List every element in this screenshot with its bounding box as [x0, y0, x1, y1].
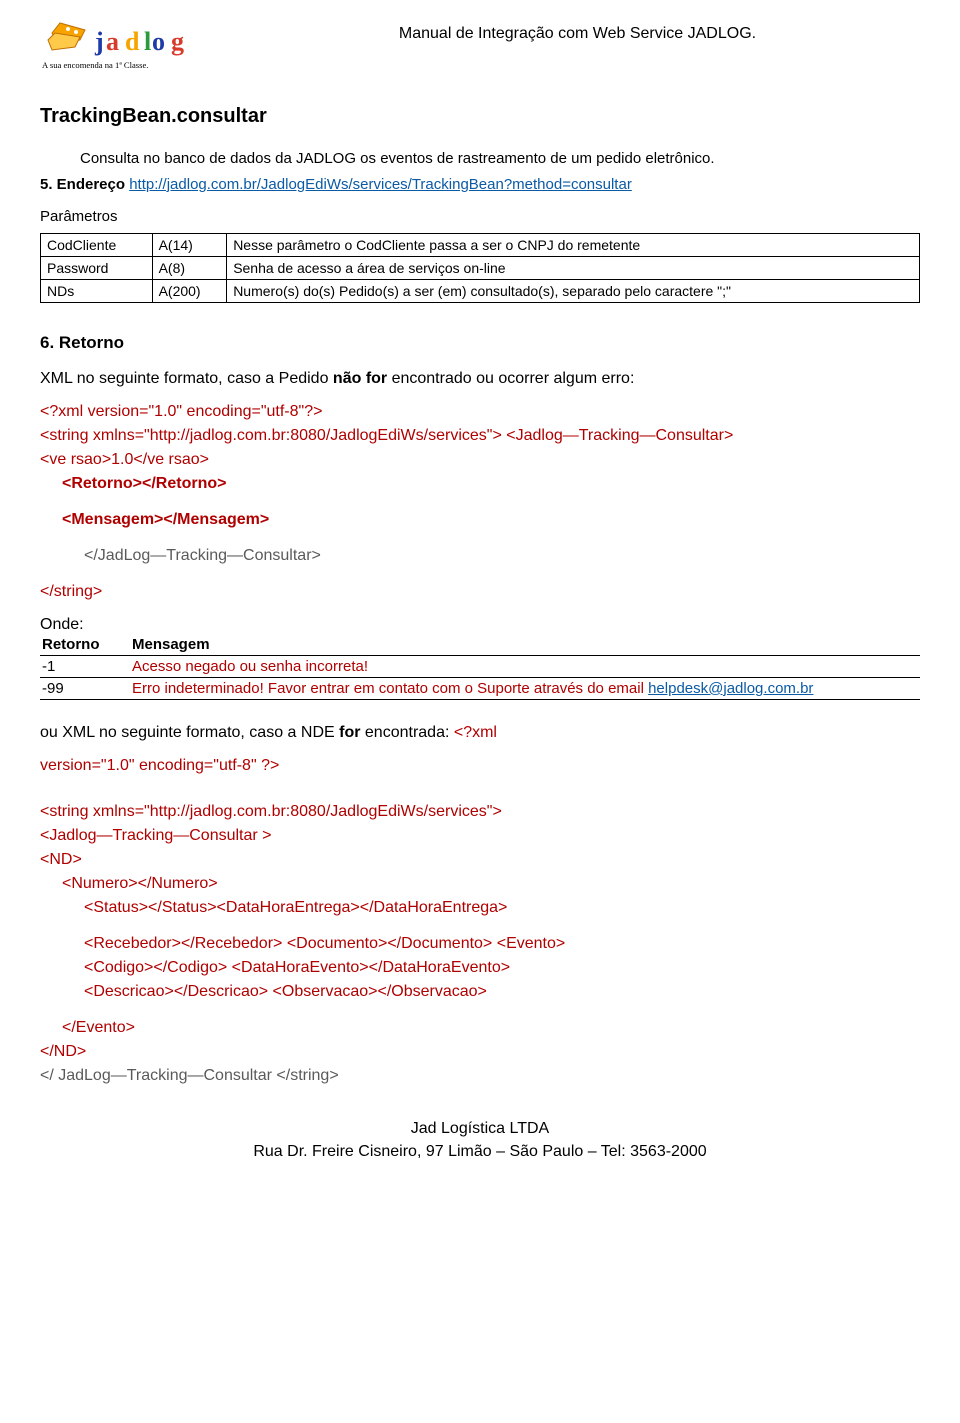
param-name: Password	[41, 256, 153, 279]
svg-text:j: j	[94, 27, 104, 56]
footer-address: Rua Dr. Freire Cisneiro, 97 Limão – São …	[40, 1141, 920, 1163]
xml2-recebedor: <Recebedor></Recebedor> <Documento></Doc…	[84, 932, 920, 956]
param-name: NDs	[41, 279, 153, 302]
found-suffix-before: encontrada:	[360, 724, 453, 741]
param-type: A(8)	[152, 256, 227, 279]
page-footer: Jad Logística LTDA Rua Dr. Freire Cisnei…	[40, 1118, 920, 1163]
param-name: CodCliente	[41, 233, 153, 256]
footer-company: Jad Logística LTDA	[40, 1118, 920, 1140]
param-type: A(14)	[152, 233, 227, 256]
document-header-title: Manual de Integração com Web Service JAD…	[235, 15, 920, 43]
helpdesk-link[interactable]: helpdesk@jadlog.com.br	[648, 680, 813, 697]
section-title: TrackingBean.consultar	[40, 105, 920, 128]
table-row: CodCliente A(14) Nesse parâmetro o CodCl…	[41, 233, 920, 256]
retorno-col-header: Retorno	[40, 634, 130, 656]
retorno-intro-suffix: encontrado ou ocorrer algum erro:	[387, 370, 634, 387]
xml-retorno-tag: <Retorno></Retorno>	[62, 472, 920, 496]
xml2-string-open: <string xmlns="http://jadlog.com.br:8080…	[40, 800, 920, 824]
xml-declaration: <?xml version="1.0" encoding="utf-8"?>	[40, 400, 920, 424]
retorno-intro: XML no seguinte formato, caso a Pedido n…	[40, 368, 920, 390]
param-desc: Nesse parâmetro o CodCliente passa a ser…	[227, 233, 920, 256]
xml-versao: <ve rsao>1.0</ve rsao>	[40, 448, 920, 472]
svg-text:g: g	[171, 27, 184, 56]
xml2-p2: version="1.0" encoding="utf-8" ?>	[40, 754, 920, 778]
table-row: -99 Erro indeterminado! Favor entrar em …	[40, 677, 920, 699]
retorno-code: -99	[40, 677, 130, 699]
xml2-close: </ JadLog—Tracking—Consultar </string>	[40, 1064, 920, 1088]
retorno-col-header: Mensagem	[130, 634, 920, 656]
found-prefix: ou XML no seguinte formato, caso a NDE	[40, 724, 339, 741]
xml2-codigo: <Codigo></Codigo> <DataHoraEvento></Data…	[84, 956, 920, 980]
xml2-evento-close: </Evento>	[62, 1016, 920, 1040]
xml2-status: <Status></Status><DataHoraEntrega></Data…	[84, 896, 920, 920]
xml2-p1: <?xml	[454, 724, 497, 741]
param-type: A(200)	[152, 279, 227, 302]
retorno-msg: Erro indeterminado! Favor entrar em cont…	[130, 677, 920, 699]
retorno-msg: Acesso negado ou senha incorreta!	[130, 655, 920, 677]
xml2-descricao: <Descricao></Descricao> <Observacao></Ob…	[84, 980, 920, 1004]
xml-close-string: </string>	[40, 580, 920, 604]
table-row: NDs A(200) Numero(s) do(s) Pedido(s) a s…	[41, 279, 920, 302]
endpoint-url-link[interactable]: http://jadlog.com.br/JadlogEdiWs/service…	[129, 176, 632, 193]
endpoint-label: 5. Endereço	[40, 176, 129, 193]
found-bold: for	[339, 724, 360, 741]
retorno-msg-text: Erro indeterminado! Favor entrar em cont…	[132, 680, 648, 697]
xml-mensagem-tag: <Mensagem></Mensagem>	[62, 508, 920, 532]
param-desc: Senha de acesso a área de serviços on-li…	[227, 256, 920, 279]
endpoint-line: 5. Endereço http://jadlog.com.br/JadlogE…	[40, 176, 920, 193]
svg-text:o: o	[152, 27, 165, 56]
table-row: Password A(8) Senha de acesso a área de …	[41, 256, 920, 279]
logo-tagline: A sua encomenda na 1ª Classe.	[42, 60, 148, 70]
params-heading: Parâmetros	[40, 208, 920, 225]
section-intro: Consulta no banco de dados da JADLOG os …	[80, 148, 920, 171]
xml2-nd-close: </ND>	[40, 1040, 920, 1064]
retorno-heading: 6. Retorno	[40, 333, 920, 353]
xml2-numero: <Numero></Numero>	[62, 872, 920, 896]
retorno-intro-bold: não for	[333, 370, 387, 387]
param-desc: Numero(s) do(s) Pedido(s) a ser (em) con…	[227, 279, 920, 302]
retorno-intro-prefix: XML no seguinte formato, caso a Pedido	[40, 370, 333, 387]
params-table: CodCliente A(14) Nesse parâmetro o CodCl…	[40, 233, 920, 303]
retorno-code: -1	[40, 655, 130, 677]
svg-text:a: a	[106, 27, 119, 56]
onde-label: Onde:	[40, 616, 920, 634]
xml2-root: <Jadlog—Tracking—Consultar >	[40, 824, 920, 848]
svg-text:d: d	[125, 27, 140, 56]
table-row: -1 Acesso negado ou senha incorreta!	[40, 655, 920, 677]
xml-close-root: </JadLog—Tracking—Consultar>	[84, 544, 920, 568]
retorno-table: Retorno Mensagem -1 Acesso negado ou sen…	[40, 634, 920, 700]
svg-text:l: l	[144, 27, 151, 56]
xml-string-open: <string xmlns="http://jadlog.com.br:8080…	[40, 424, 920, 448]
logo: j a d l o g A sua encomenda na 1ª Classe…	[40, 15, 215, 75]
retorno-found-intro: ou XML no seguinte formato, caso a NDE f…	[40, 722, 920, 744]
xml2-nd: <ND>	[40, 848, 920, 872]
